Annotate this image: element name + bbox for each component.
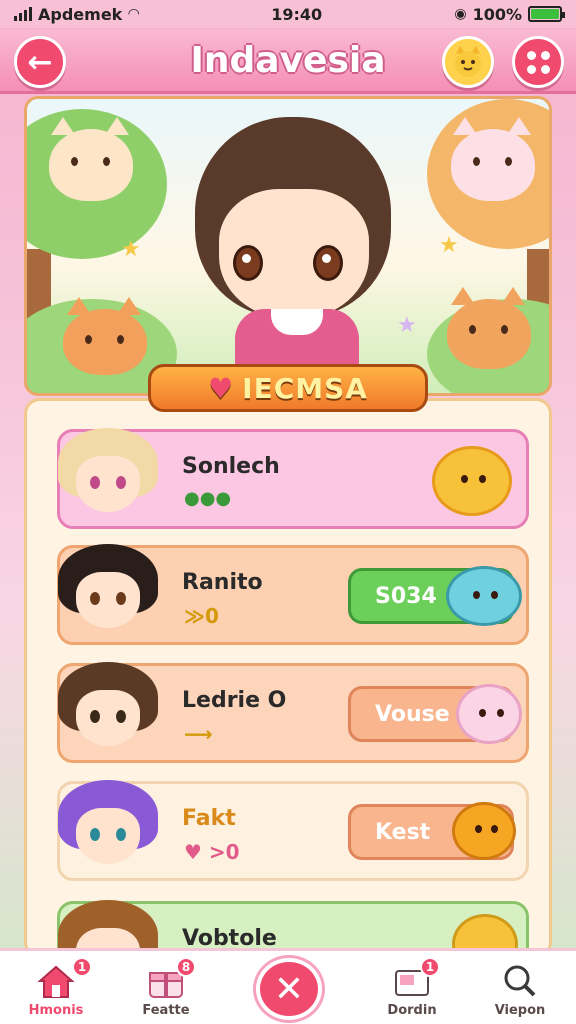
player-name: Fakt — [182, 806, 236, 831]
nav-label: Hmonis — [28, 1003, 84, 1018]
banner-text: IECMSA — [242, 371, 368, 405]
back-button[interactable]: ← — [14, 36, 66, 88]
battery-icon — [528, 6, 565, 22]
buddy-icon[interactable] — [432, 446, 512, 516]
player-list: Sonlech ●●● Ranito ≫0 S034 Ledrie O ⟶ Vo… — [24, 398, 552, 958]
battery-percent: 100% — [472, 4, 522, 24]
heart-icon: ♥ — [208, 371, 235, 405]
cat-button[interactable] — [442, 36, 494, 88]
dots-grid-icon — [526, 50, 550, 74]
star-icon: ★ — [439, 233, 459, 258]
cat-pet-bottom-left — [63, 297, 147, 375]
arrow-right-icon: ⟶ — [184, 722, 213, 746]
cat-pet-top-left — [49, 117, 133, 201]
hero-banner: ♥ IECMSA — [148, 364, 428, 412]
avatar — [58, 780, 158, 880]
nav-label: Featte — [142, 1003, 190, 1018]
player-stat: ♥ >0 — [184, 840, 240, 864]
nav-label: Viepon — [494, 1003, 546, 1018]
nav-gift[interactable]: 8 Featte — [116, 951, 216, 1024]
player-name: Sonlech — [182, 454, 280, 479]
alarm-icon: ◉ — [454, 6, 467, 22]
cat-pet-bottom-right — [447, 287, 531, 369]
player-name: Ranito — [182, 570, 263, 595]
signal-icon — [14, 7, 32, 21]
buddy-icon — [446, 566, 522, 626]
avatar — [58, 662, 158, 762]
close-icon: ✕ — [273, 968, 305, 1010]
nav-badge: 1 — [420, 957, 440, 977]
cat-face-icon — [455, 46, 481, 77]
home-icon — [37, 965, 75, 998]
hero-panel: ★ ★ ★ — [24, 96, 552, 396]
avatar — [58, 428, 158, 528]
player-stat: ≫0 — [184, 604, 219, 628]
nav-badge: 1 — [72, 957, 92, 977]
nav-badge: 8 — [176, 957, 196, 977]
avatar — [58, 544, 158, 644]
menu-button[interactable] — [512, 36, 564, 88]
player-icons: ●●● — [184, 488, 232, 509]
nav-search[interactable]: Viepon — [470, 951, 570, 1024]
arrow-left-icon: ← — [27, 44, 53, 80]
close-button[interactable]: ✕ — [256, 958, 322, 1020]
nav-home[interactable]: 1 Hmonis — [6, 951, 106, 1024]
carrier-label: Apdemek — [38, 4, 123, 24]
list-item[interactable]: Ledrie O ⟶ Vouse — [57, 662, 529, 763]
page-title: Indavesia — [190, 40, 386, 81]
star-icon: ★ — [397, 313, 417, 338]
player-name: Ledrie O — [182, 688, 287, 713]
clock: 19:40 — [271, 4, 323, 24]
search-icon — [504, 965, 536, 997]
list-item[interactable]: Sonlech ●●● — [57, 428, 529, 529]
star-icon: ★ — [121, 237, 141, 262]
cat-pet-top-right — [451, 117, 535, 201]
buddy-icon — [452, 802, 516, 860]
buddy-icon — [456, 684, 522, 744]
nav-cards[interactable]: 1 Dordin — [362, 951, 462, 1024]
header-bar: ← Indavesia — [0, 30, 576, 94]
list-item[interactable]: Fakt ♥ >0 Kest — [57, 780, 529, 881]
wifi-icon: ◠ — [128, 6, 140, 22]
status-bar: Apdemek ◠ 19:40 ◉ 100% — [0, 0, 576, 28]
nav-label: Dordin — [387, 1003, 437, 1018]
list-item[interactable]: Ranito ≫0 S034 — [57, 544, 529, 645]
